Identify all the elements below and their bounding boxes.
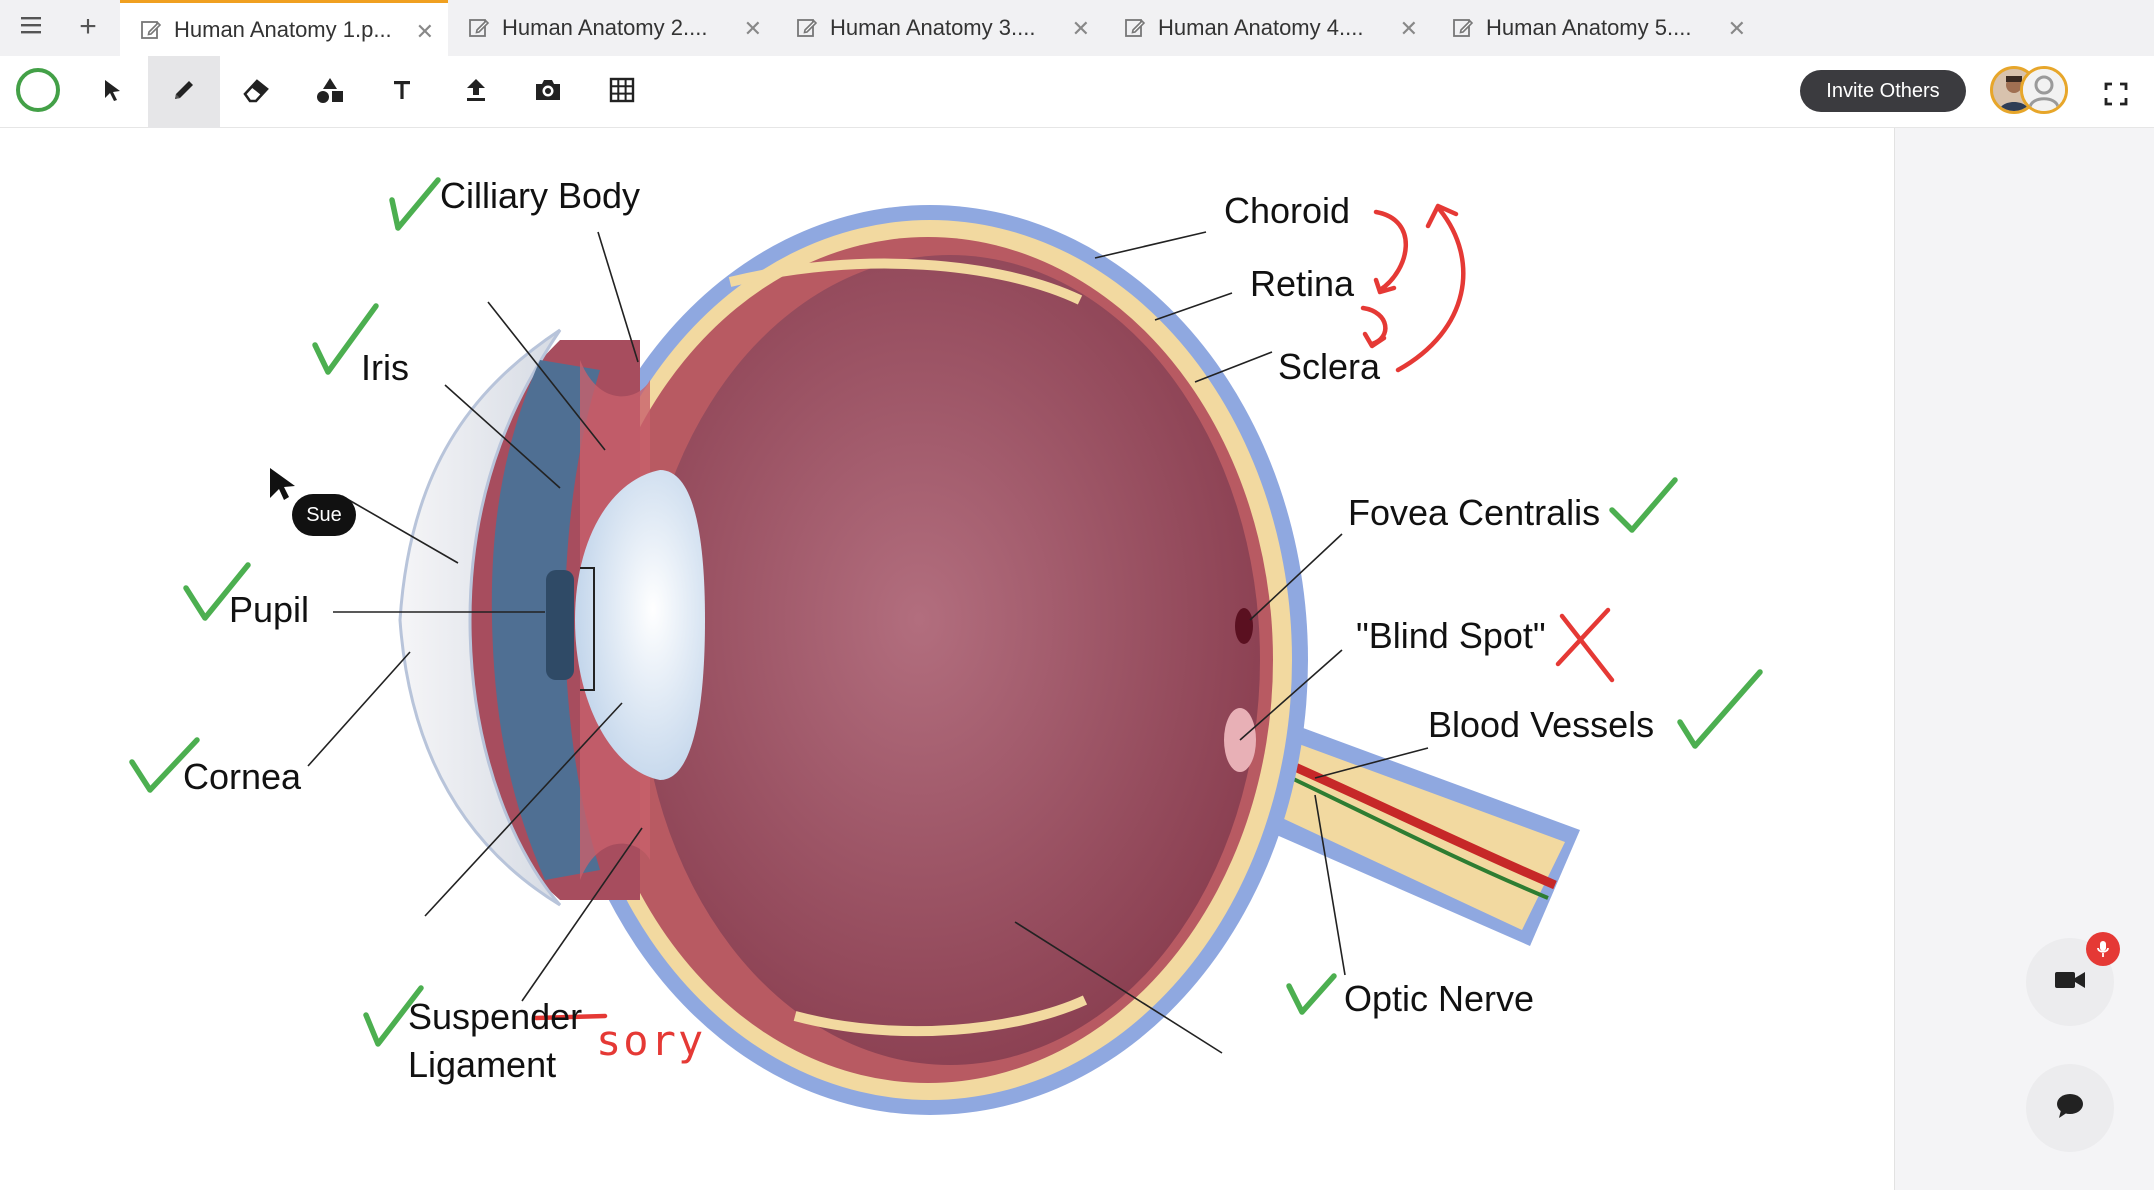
select-tool-button[interactable] [76,56,148,128]
text-icon [390,78,414,107]
check-icon [1609,477,1678,533]
document-edit-icon [1124,17,1146,39]
close-icon[interactable]: ✕ [1728,16,1746,42]
document-edit-icon [1452,17,1474,39]
fullscreen-icon[interactable] [2098,76,2134,112]
arrow-annotation [1373,209,1408,295]
label-retina: Retina [1250,263,1355,304]
label-cornea: Cornea [183,756,302,797]
eye-diagram [129,177,1763,1115]
camera-tool-button[interactable] [512,56,584,128]
eraser-icon [241,76,271,109]
check-icon [1286,973,1337,1015]
fovea-shape [1235,608,1253,644]
close-icon[interactable]: ✕ [1072,16,1090,42]
avatar[interactable] [2020,66,2068,114]
label-blood-vessels: Blood Vessels [1428,704,1655,745]
tab-human-anatomy-3[interactable]: Human Anatomy 3.... ✕ [776,0,1104,56]
label-optic-nerve: Optic Nerve [1344,978,1535,1019]
whiteboard-canvas[interactable]: Cilliary Body Iris Pupil Cornea Suspende… [0,128,1894,1190]
label-pupil: Pupil [229,589,310,630]
pointer-icon [99,77,125,108]
participant-avatars[interactable] [1990,66,2070,118]
shapes-icon [315,76,345,109]
pen-tool-button[interactable] [148,56,220,128]
label-suspender: Suspender [408,996,583,1037]
label-blind-spot: "Blind Spot" [1356,615,1546,656]
label-ligament: Ligament [408,1044,557,1085]
vitreous-shape [640,255,1260,1065]
document-edit-icon [140,19,162,41]
chat-button[interactable] [2026,1064,2114,1152]
check-icon [1677,669,1763,749]
new-tab-button[interactable]: + [72,12,104,44]
close-icon[interactable]: ✕ [1400,16,1418,42]
tab-human-anatomy-4[interactable]: Human Anatomy 4.... ✕ [1104,0,1432,56]
chat-bubble-icon [2055,1092,2085,1125]
tab-title: Human Anatomy 4.... [1158,15,1364,40]
tab-title: Human Anatomy 1.p... [174,16,392,42]
circle-icon [15,67,61,118]
tab-title: Human Anatomy 3.... [830,15,1036,40]
handwritten-correction: sory [596,1016,706,1065]
label-cilliary-body: Cilliary Body [440,175,641,216]
invite-others-button[interactable]: Invite Others [1800,70,1966,112]
label-fovea-centralis: Fovea Centralis [1348,492,1601,533]
side-panel [1894,128,2154,1190]
tab-human-anatomy-1[interactable]: Human Anatomy 1.p... ✕ [120,0,448,56]
pencil-icon [170,76,198,109]
tab-title: Human Anatomy 5.... [1486,15,1692,40]
arrow-annotation [1395,203,1466,373]
collaborator-name-tag: Sue [292,494,356,536]
tab-title: Human Anatomy 2.... [502,15,708,40]
upload-icon [464,77,488,108]
close-icon[interactable]: ✕ [416,19,434,45]
toolbar: Invite Others [0,56,2154,128]
label-sclera: Sclera [1278,346,1381,387]
close-icon[interactable]: ✕ [744,16,762,42]
check-icon [389,177,441,231]
shapes-tool-button[interactable] [294,56,366,128]
tab-human-anatomy-2[interactable]: Human Anatomy 2.... ✕ [448,0,776,56]
circle-tool-button[interactable] [2,56,74,128]
label-choroid: Choroid [1224,190,1351,231]
table-tool-button[interactable] [586,56,658,128]
table-icon [609,77,635,108]
arrow-annotation [1360,305,1388,349]
label-iris: Iris [361,347,409,388]
menu-icon[interactable] [14,14,48,42]
tab-bar: + Human Anatomy 1.p... ✕ Human Anatomy 2… [0,0,2154,56]
document-edit-icon [796,17,818,39]
upload-tool-button[interactable] [440,56,512,128]
collaborator-cursor-icon [270,468,295,500]
video-camera-icon [2053,968,2087,997]
eraser-tool-button[interactable] [220,56,292,128]
tab-human-anatomy-5[interactable]: Human Anatomy 5.... ✕ [1432,0,1760,56]
microphone-icon[interactable] [2086,932,2120,966]
text-tool-button[interactable] [366,56,438,128]
document-edit-icon [468,17,490,39]
camera-icon [534,78,562,107]
cross-annotation [1555,607,1615,683]
